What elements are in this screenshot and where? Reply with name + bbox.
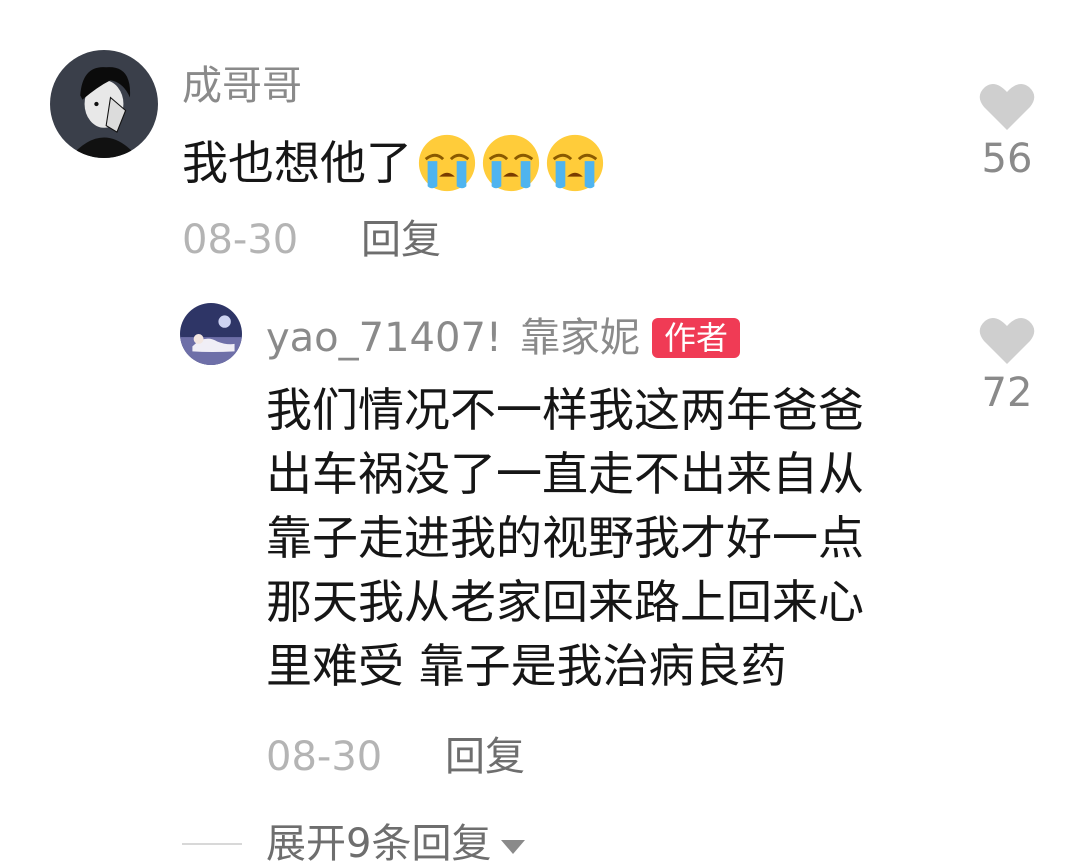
commenter-avatar[interactable]: [50, 50, 158, 158]
avatar-image: [50, 50, 158, 158]
crying-face-icon: [416, 132, 478, 194]
crying-face-icon: [544, 132, 606, 194]
heart-icon: [979, 317, 1035, 364]
reply-button[interactable]: 回复: [445, 734, 525, 780]
heart-icon: [979, 83, 1035, 130]
comment-meta: 08-30 回复: [182, 216, 441, 264]
reply-date: 08-30: [266, 734, 383, 780]
reply-text-line: 那天我从老家回来路上回来心: [266, 575, 864, 629]
like-button[interactable]: 56: [962, 82, 1052, 182]
chevron-down-icon: [501, 840, 526, 854]
like-count: 56: [981, 136, 1033, 182]
reply-text-line: 出车祸没了一直走不出来自从: [266, 447, 864, 501]
expand-replies-label: 展开9条回复: [266, 821, 492, 865]
reply-avatar[interactable]: [180, 303, 242, 365]
author-badge: 作者: [651, 318, 740, 358]
comment-text: 我也想他了: [182, 132, 608, 194]
expand-replies-button[interactable]: 展开9条回复: [182, 820, 526, 865]
reply-meta: 08-30 回复: [266, 733, 525, 781]
comment-date: 08-30: [182, 217, 299, 263]
like-count: 72: [981, 370, 1033, 416]
reply-button[interactable]: 回复: [361, 217, 441, 263]
reply-header: yao_71407! 靠家妮 作者: [266, 314, 740, 362]
reply-text: 我们情况不一样我这两年爸爸 出车祸没了一直走不出来自从 靠子走进我的视野我才好一…: [266, 378, 946, 698]
like-button[interactable]: 72: [962, 316, 1052, 416]
crying-face-icon: [480, 132, 542, 194]
emoji-group: [416, 132, 608, 194]
comment-body: 我也想他了: [182, 136, 412, 190]
reply-text-line: 里难受 靠子是我治病良药: [266, 639, 787, 693]
commenter-username[interactable]: 成哥哥: [182, 62, 302, 110]
reply-text-line: 靠子走进我的视野我才好一点: [266, 511, 864, 565]
reply-text-line: 我们情况不一样我这两年爸爸: [266, 383, 864, 437]
avatar-image: [180, 303, 242, 365]
reply-username[interactable]: yao_71407!: [266, 314, 502, 362]
divider: [182, 843, 242, 845]
reply-target-nickname[interactable]: 靠家妮: [520, 314, 640, 362]
